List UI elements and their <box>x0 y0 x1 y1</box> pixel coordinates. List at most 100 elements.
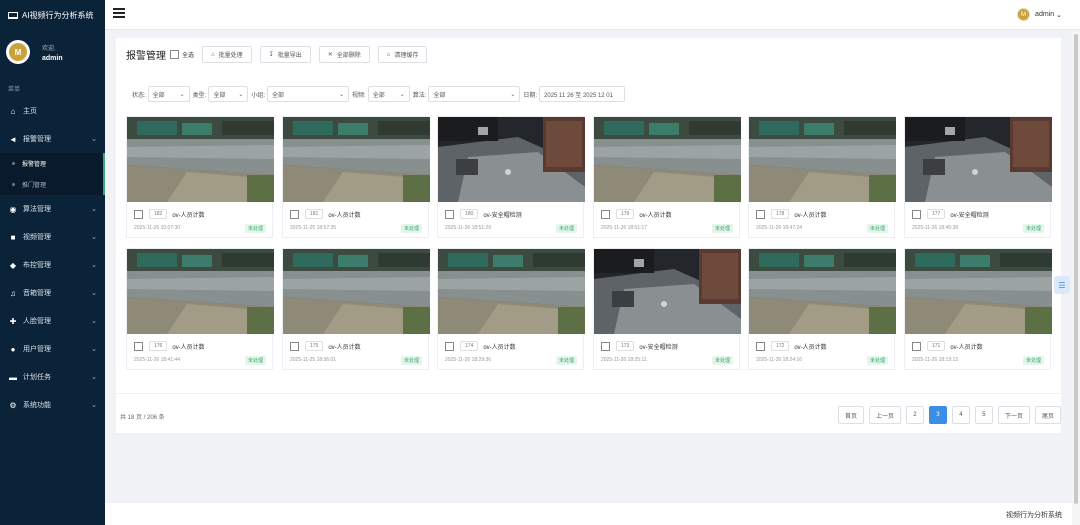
sidebar-item[interactable]: ✚ 人脸管理 ⌄ <box>0 307 105 335</box>
alarm-time: 2025-11-26 18:41:44 <box>134 357 181 363</box>
alarm-card[interactable]: 179 ov-人员计数 2025-11-26 18:51:17 未处理 <box>593 116 741 238</box>
alarm-card[interactable]: 171 ov-人员计数 2025-11-26 18:19:13 未处理 <box>904 248 1052 370</box>
sidebar-item[interactable]: ■ 视频管理 ⌄ <box>0 223 105 251</box>
last-page-button[interactable]: 尾页 <box>1034 406 1061 424</box>
pagination: 首页 上一页 2 3 4 5 下一页 尾页 <box>833 406 1061 424</box>
group-select[interactable]: 全部 ⌄ <box>267 86 350 102</box>
alarm-card[interactable]: 172 ov-人员计数 2025-11-26 18:24:16 未处理 <box>748 248 896 370</box>
alarm-time: 2025-11-26 18:24:16 <box>756 357 803 363</box>
sidebar-item[interactable]: ● 用户管理 ⌄ <box>0 335 105 363</box>
alarm-snapshot-image[interactable] <box>283 117 430 202</box>
menu-toggle-icon[interactable] <box>113 8 125 20</box>
alarm-snapshot-image[interactable] <box>749 249 896 334</box>
page-scrollbar[interactable] <box>1072 30 1080 525</box>
dot-icon <box>12 162 15 165</box>
status-badge: 未处理 <box>555 224 577 233</box>
algorithm-select[interactable]: 全部 ⌄ <box>428 86 521 102</box>
page-button[interactable]: 2 <box>905 406 924 424</box>
alarm-snapshot-image[interactable] <box>127 249 274 334</box>
sidebar-item-label: 主页 <box>23 108 37 115</box>
alarm-card[interactable]: 173 ov-安全帽检测 2025-11-26 18:25:11 未处理 <box>593 248 741 370</box>
alarm-snapshot-image[interactable] <box>438 117 585 202</box>
admin-menu[interactable]: M admin ⌄ <box>1017 8 1062 21</box>
alarm-checkbox[interactable] <box>290 341 299 351</box>
prev-page-button[interactable]: 上一页 <box>868 406 901 424</box>
status-badge: 未处理 <box>244 356 266 365</box>
alarm-checkbox[interactable] <box>756 341 765 351</box>
sidebar-item[interactable]: ▬ 计划任务 ⌄ <box>0 363 105 391</box>
alarm-card[interactable]: 180 ov-安全帽检测 2025-11-26 18:51:29 未处理 <box>437 116 585 238</box>
alarm-snapshot-image[interactable] <box>438 249 585 334</box>
alarm-snapshot-image[interactable] <box>594 117 741 202</box>
alarm-time: 2025-11-26 10:07:30 <box>134 225 181 231</box>
app-title: AI视频行为分析系统 <box>22 10 94 20</box>
status-select[interactable]: 全部 ⌄ <box>147 86 190 102</box>
alarm-checkbox[interactable] <box>601 341 610 351</box>
alarm-checkbox[interactable] <box>912 209 921 219</box>
alarm-snapshot-image[interactable] <box>749 117 896 202</box>
chevron-down-icon: ⌄ <box>91 402 97 409</box>
sidebar-subitem[interactable]: 报警管理 <box>0 153 105 174</box>
sidebar-subitem[interactable]: 推门管理 <box>0 174 105 195</box>
video-filter-label: 视频: <box>352 92 366 99</box>
alarm-id: 180 <box>460 209 479 219</box>
alarm-checkbox[interactable] <box>290 209 299 219</box>
alarm-checkbox[interactable] <box>756 209 765 219</box>
alarm-checkbox[interactable] <box>912 341 921 351</box>
batch-process-button[interactable]: ⌂ 批量处理 <box>202 46 252 63</box>
alarm-snapshot-image[interactable] <box>283 249 430 334</box>
alarm-checkbox[interactable] <box>601 209 610 219</box>
delete-all-button[interactable]: ✕ 全部删除 <box>318 46 370 63</box>
next-page-button[interactable]: 下一页 <box>997 406 1030 424</box>
alarm-checkbox[interactable] <box>134 209 143 219</box>
sidebar-item-label: 计划任务 <box>23 374 51 381</box>
page-title: 报警管理 <box>126 51 166 62</box>
alarm-id: 179 <box>616 209 635 219</box>
floating-settings-icon[interactable]: ☰ <box>1054 276 1070 294</box>
alarm-checkbox[interactable] <box>445 209 454 219</box>
select-all-checkbox[interactable]: 全选 <box>170 50 194 59</box>
alarm-card[interactable]: 176 ov-人员计数 2025-11-26 18:41:44 未处理 <box>126 248 274 370</box>
page-button[interactable]: 5 <box>974 406 993 424</box>
alarm-time: 2025-11-26 18:47:24 <box>756 225 803 231</box>
video-select[interactable]: 全部 ⌄ <box>367 86 410 102</box>
alarm-card[interactable]: 182 ov-人员计数 2025-11-26 10:07:30 未处理 <box>126 116 274 238</box>
sidebar-item[interactable]: ◄ 报警管理 ⌄ <box>0 125 105 153</box>
sidebar-item-label: 系统功能 <box>23 402 51 409</box>
alarm-card[interactable]: 178 ov-人员计数 2025-11-26 18:47:24 未处理 <box>748 116 896 238</box>
checkbox[interactable] <box>170 50 179 59</box>
page-button[interactable]: 3 <box>928 406 947 424</box>
sidebar-item[interactable]: ◆ 布控管理 ⌄ <box>0 251 105 279</box>
welcome-text: 欢迎, <box>42 45 56 52</box>
alarm-card[interactable]: 174 ov-人员计数 2025-11-26 18:29:36 未处理 <box>437 248 585 370</box>
type-select[interactable]: 全部 ⌄ <box>208 86 249 102</box>
sidebar-item[interactable]: ⚙ 系统功能 ⌄ <box>0 391 105 419</box>
status-badge: 未处理 <box>555 356 577 365</box>
chevron-down-icon: ⌄ <box>91 318 97 325</box>
date-range-input[interactable]: 2025 11 26 至 2025 12 01 <box>539 86 626 102</box>
alarm-card[interactable]: 181 ov-人员计数 2025-11-25 18:57:35 未处理 <box>282 116 430 238</box>
status-badge: 未处理 <box>400 224 422 233</box>
alarm-name: ov-人员计数 <box>172 212 205 219</box>
alarm-checkbox[interactable] <box>445 341 454 351</box>
sidebar-item-label: 视频管理 <box>23 234 51 241</box>
sidebar-item[interactable]: ♫ 音箱管理 ⌄ <box>0 279 105 307</box>
date-filter-label: 日期: <box>523 92 538 99</box>
sidebar-item[interactable]: ⌂ 主页 <box>0 97 105 125</box>
alarm-snapshot-image[interactable] <box>905 249 1052 334</box>
avatar[interactable]: M <box>6 40 30 64</box>
alarm-snapshot-image[interactable] <box>594 249 741 334</box>
clear-cache-button[interactable]: ⌂ 清理缓存 <box>377 46 428 63</box>
sidebar-item[interactable]: ◉ 算法管理 ⌄ <box>0 195 105 223</box>
alarm-card[interactable]: 177 ov-安全帽检测 2025-11-26 18:45:38 未处理 <box>904 116 1052 238</box>
alarm-checkbox[interactable] <box>134 341 143 351</box>
page-button[interactable]: 4 <box>951 406 970 424</box>
alarm-snapshot-image[interactable] <box>127 117 274 202</box>
alarm-time: 2025-11-26 18:51:29 <box>445 225 492 231</box>
alarm-snapshot-image[interactable] <box>905 117 1052 202</box>
batch-export-button[interactable]: ↧ 批量导出 <box>259 46 311 63</box>
alarm-id: 181 <box>305 209 324 219</box>
first-page-button[interactable]: 首页 <box>837 406 864 424</box>
sidebar-item-label: 算法管理 <box>23 206 51 213</box>
alarm-card[interactable]: 175 ov-人员计数 2025-11-25 18:36:01 未处理 <box>282 248 430 370</box>
